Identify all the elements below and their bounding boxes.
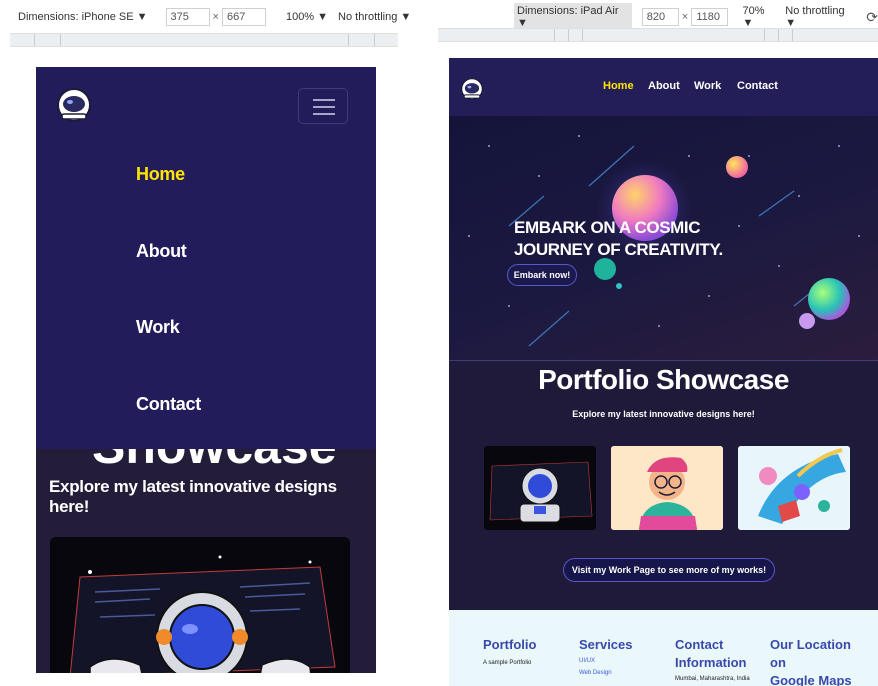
hero-title-line1: EMBARK ON A COSMIC xyxy=(514,218,701,237)
tablet-navbar: Home About Work Contact xyxy=(449,58,878,116)
astronaut-helmet-logo-icon[interactable] xyxy=(459,76,485,102)
media-query-ruler-left[interactable] xyxy=(10,33,398,47)
devtools-toolbar-right: Dimensions: iPad Air ▼ 820 × 1180 70% ▼ … xyxy=(514,3,878,31)
space-background xyxy=(468,135,860,347)
throttling-select[interactable]: No throttling ▼ xyxy=(785,5,856,29)
nav-contact[interactable]: Contact xyxy=(737,80,778,92)
zoom-select[interactable]: 100% ▼ xyxy=(286,11,328,23)
times-sign: × xyxy=(681,11,689,23)
height-input[interactable]: 667 xyxy=(221,8,266,26)
portfolio-thumb-character[interactable] xyxy=(611,446,723,530)
throttling-select[interactable]: No throttling ▼ xyxy=(338,11,411,23)
nav-work[interactable]: Work xyxy=(694,80,721,92)
splash-thumb-illustration xyxy=(738,446,850,530)
section-divider xyxy=(449,360,878,361)
hero-title-line2: JOURNEY OF CREATIVITY. xyxy=(514,240,723,259)
rotate-device-icon[interactable]: ⟳ xyxy=(866,9,878,26)
footer-services-heading: Services xyxy=(579,637,633,652)
zoom-label: 70% xyxy=(742,5,765,17)
mobile-nav-about[interactable]: About xyxy=(136,241,187,262)
portfolio-thumb-splash[interactable] xyxy=(738,446,850,530)
character-thumb-illustration xyxy=(611,446,723,530)
embark-now-button[interactable]: Embark now! xyxy=(507,264,577,286)
hamburger-menu-icon[interactable] xyxy=(298,88,348,124)
footer-contact-heading-1: Contact xyxy=(675,637,724,652)
visit-work-page-button[interactable]: Visit my Work Page to see more of my wor… xyxy=(563,558,775,582)
media-query-ruler-right[interactable] xyxy=(438,28,878,42)
portfolio-card-astronaut[interactable] xyxy=(50,537,350,673)
footer-location-heading-3[interactable]: Google Maps xyxy=(770,672,852,686)
nav-home[interactable]: Home xyxy=(603,80,634,92)
astronaut-thumb-illustration xyxy=(484,446,596,530)
ipad-viewport: Home About Work Contact EMBARK ON A COSM… xyxy=(449,58,878,686)
zoom-label: 100% xyxy=(285,11,315,23)
height-input[interactable]: 1180 xyxy=(691,8,729,26)
times-sign: × xyxy=(212,11,219,23)
devtools-responsive-comparison: Dimensions: iPhone SE ▼ 375 × 667 100% ▼… xyxy=(0,0,878,686)
astronaut-illustration xyxy=(50,537,350,673)
throttling-label: No throttling xyxy=(338,11,398,23)
width-input[interactable]: 820 xyxy=(641,8,679,26)
device-select-ipad[interactable]: Dimensions: iPad Air ▼ xyxy=(514,3,632,31)
mobile-nav-contact[interactable]: Contact xyxy=(136,394,201,415)
mobile-nav-work[interactable]: Work xyxy=(136,317,180,338)
device-select-label: Dimensions: iPhone SE xyxy=(18,11,134,23)
footer-portfolio-text: A sample Portfolio xyxy=(483,660,532,666)
nav-about[interactable]: About xyxy=(648,80,680,92)
footer-link-uiux[interactable]: UI/UX xyxy=(579,658,595,664)
width-input[interactable]: 375 xyxy=(165,8,210,26)
astronaut-helmet-logo-icon[interactable] xyxy=(54,85,94,125)
hero-section: EMBARK ON A COSMIC JOURNEY OF CREATIVITY… xyxy=(449,116,878,360)
mobile-nav-home[interactable]: Home xyxy=(136,164,185,185)
showcase-subtitle: Explore my latest innovative designs her… xyxy=(49,477,337,516)
device-select-iphone[interactable]: Dimensions: iPhone SE ▼ xyxy=(18,11,148,23)
devtools-toolbar-left: Dimensions: iPhone SE ▼ 375 × 667 100% ▼… xyxy=(18,6,411,28)
zoom-select[interactable]: 70% ▼ xyxy=(742,5,777,29)
iphone-viewport: Showcase Home About Work Contact Explore… xyxy=(36,67,376,673)
showcase-subtitle: Explore my latest innovative designs her… xyxy=(572,409,755,419)
mobile-nav-expanded: Home About Work Contact xyxy=(36,67,376,449)
footer-link-web-design[interactable]: Web Design xyxy=(579,670,612,676)
footer-location-heading-1: Our Location xyxy=(770,637,851,652)
footer-location-heading-2: on xyxy=(770,655,786,670)
footer-contact-heading-2: Information xyxy=(675,655,747,670)
footer-portfolio-heading: Portfolio xyxy=(483,637,537,652)
showcase-title: Portfolio Showcase xyxy=(538,364,789,395)
footer-contact-address: Mumbai, Maharashtra, India xyxy=(675,676,750,682)
device-select-label: Dimensions: iPad Air xyxy=(517,5,619,17)
footer: Portfolio A sample Portfolio Services UI… xyxy=(449,610,878,686)
portfolio-thumb-astronaut[interactable] xyxy=(484,446,596,530)
throttling-label: No throttling xyxy=(785,5,845,17)
